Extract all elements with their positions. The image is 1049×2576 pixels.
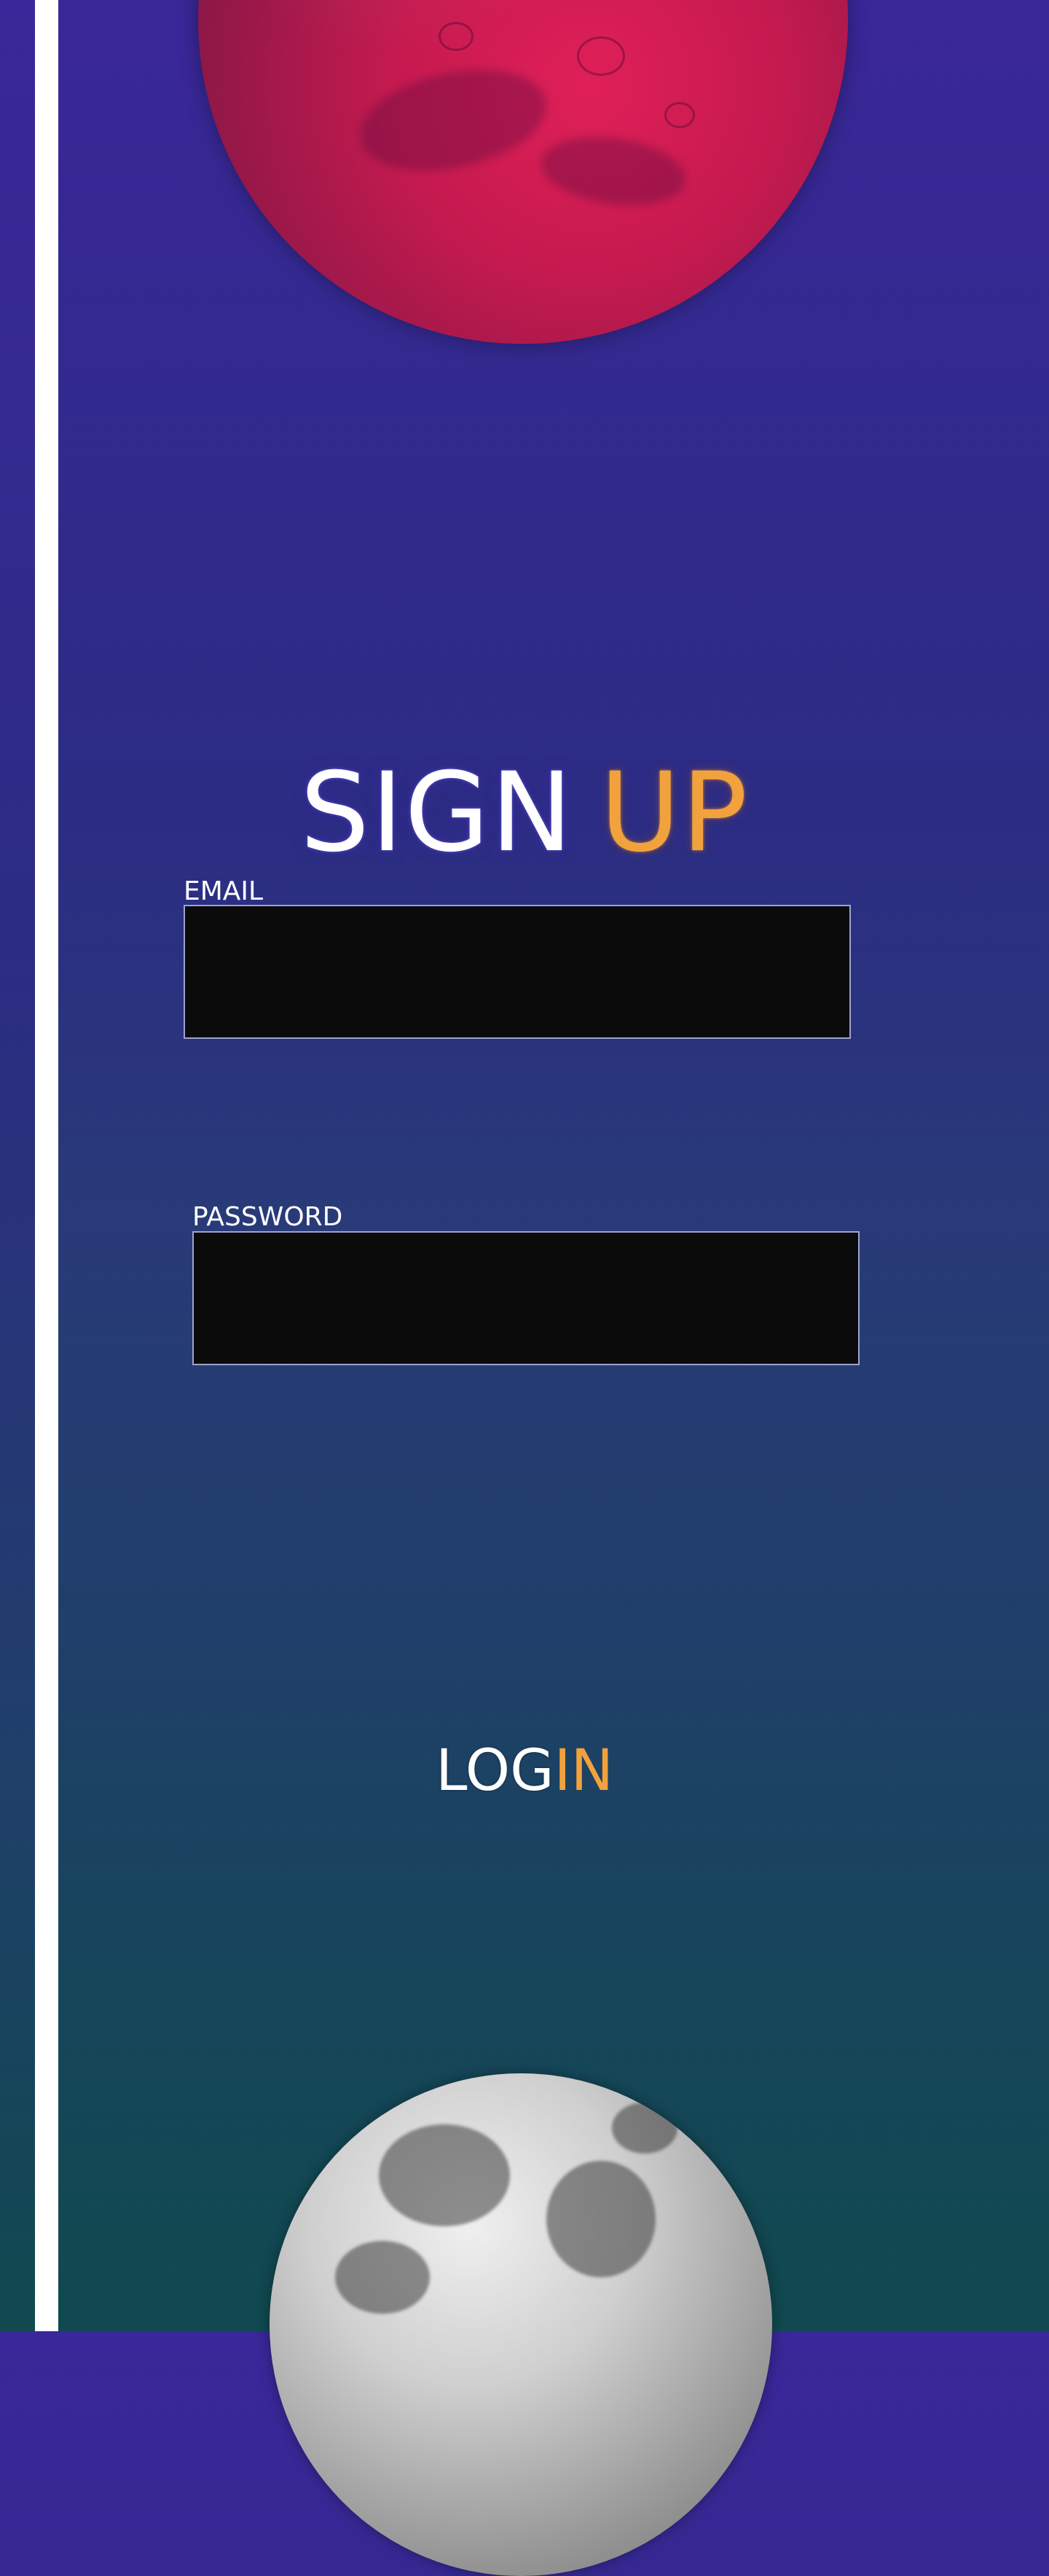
left-edge-stripe — [0, 0, 35, 2331]
password-label: PASSWORD — [192, 1202, 343, 1232]
moon-mare — [546, 2161, 656, 2277]
mars-crater — [439, 22, 474, 51]
password-field[interactable] — [192, 1231, 860, 1365]
moon-mare — [335, 2241, 430, 2314]
moon-image — [270, 2073, 772, 2576]
mars-crater — [664, 102, 695, 128]
email-label: EMAIL — [184, 876, 264, 906]
email-field[interactable] — [184, 905, 851, 1039]
left-white-bar — [35, 0, 58, 2331]
page-title: SIGN UP — [0, 758, 1049, 868]
moon-mare — [612, 2102, 677, 2153]
login-link[interactable]: LOGIN — [0, 1743, 1049, 1799]
login-link-part1: LOG — [436, 1738, 554, 1804]
title-sign: SIGN — [299, 749, 574, 876]
moon-mare — [379, 2124, 510, 2226]
login-link-part2: IN — [554, 1738, 613, 1804]
mars-crater — [577, 36, 625, 76]
title-up: UP — [600, 749, 750, 876]
mars-planet-image — [198, 0, 848, 344]
